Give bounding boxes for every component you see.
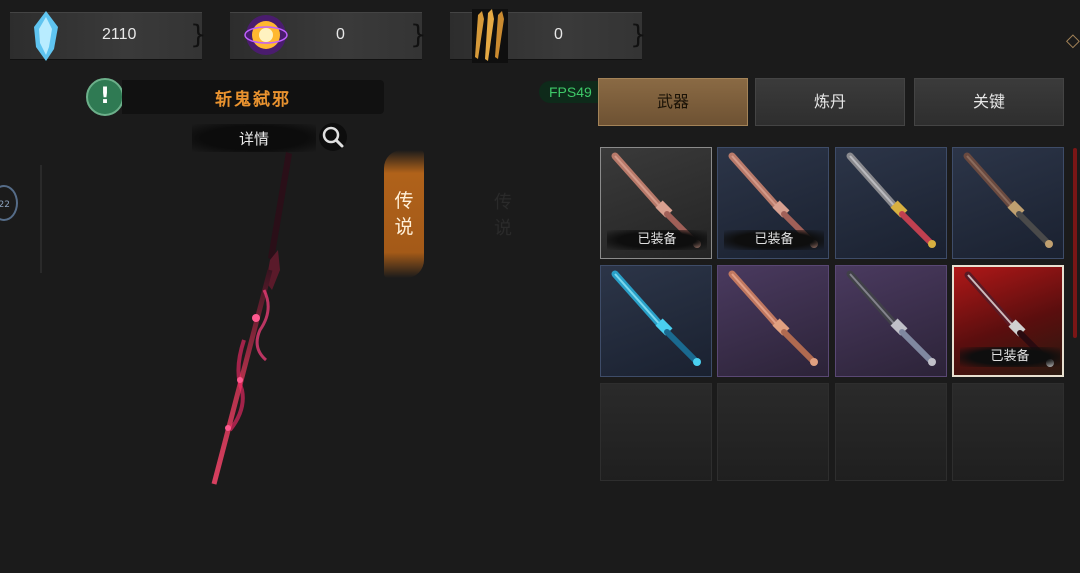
notch-icon: } xyxy=(630,20,647,50)
copper-sword-icon xyxy=(728,270,818,366)
notch-icon: } xyxy=(190,20,207,50)
blades-amount: 0 xyxy=(554,26,563,43)
cyan-crystal-sword-icon xyxy=(611,270,701,366)
tab-weapons[interactable]: 武器 xyxy=(598,78,748,126)
details-button[interactable]: 详情 xyxy=(192,124,316,152)
magnifier-icon[interactable] xyxy=(318,122,348,152)
golden-orb-icon xyxy=(244,15,288,55)
currency-blades: 0 } xyxy=(450,9,647,63)
weapon-slot[interactable] xyxy=(600,265,712,377)
crystal-amount: 2110 xyxy=(102,26,137,43)
weapon-slot[interactable] xyxy=(835,265,947,377)
side-badge[interactable]: 22 xyxy=(0,185,18,221)
details-label: 详情 xyxy=(238,130,269,148)
tab-key-items[interactable]: 关键 xyxy=(914,78,1064,126)
dark-steel-sword-icon xyxy=(846,270,936,366)
rarity-badge: 传说 xyxy=(384,150,424,278)
ghost-rarity-label: 传说 xyxy=(494,192,512,239)
weapon-slot[interactable]: 已装备 xyxy=(600,147,712,259)
currency-orb: 0 } xyxy=(230,12,427,60)
scrollbar[interactable] xyxy=(1073,148,1077,338)
collapse-arrow-icon[interactable]: ◇ xyxy=(1066,30,1080,56)
tab-alchemy[interactable]: 炼丹 xyxy=(755,78,905,126)
blue-crystal-icon xyxy=(34,11,58,61)
triple-blade-icon xyxy=(472,9,508,63)
weapon-name: 斩鬼弑邪 xyxy=(215,90,291,110)
weapon-slot[interactable] xyxy=(952,147,1064,259)
side-badge-value: 22 xyxy=(0,200,10,210)
weapon-slot[interactable]: 已装备 xyxy=(717,147,829,259)
steel-sword-gold-guard-icon xyxy=(846,152,936,248)
empty-slot[interactable] xyxy=(717,383,829,481)
weapon-title-bar: 斩鬼弑邪 xyxy=(122,80,384,114)
dark-ornate-sword-icon xyxy=(963,152,1053,248)
equipped-badge: 已装备 xyxy=(960,347,1060,367)
weapon-slot[interactable]: 已装备 xyxy=(952,265,1064,377)
weapon-slot[interactable] xyxy=(835,147,947,259)
empty-slot[interactable] xyxy=(835,383,947,481)
empty-slot[interactable] xyxy=(600,383,712,481)
weapon-preview-spear[interactable] xyxy=(200,150,310,490)
currency-crystal: 2110 } xyxy=(10,11,207,61)
notch-icon: } xyxy=(410,20,427,50)
equipped-badge: 已装备 xyxy=(724,230,824,250)
orb-amount: 0 xyxy=(336,26,345,43)
empty-slot[interactable] xyxy=(952,383,1064,481)
equipped-badge: 已装备 xyxy=(607,230,707,250)
weapon-slot[interactable] xyxy=(717,265,829,377)
side-divider xyxy=(40,165,42,273)
alert-icon[interactable]: ! xyxy=(86,78,124,116)
rarity-label: 传说 xyxy=(394,190,414,238)
